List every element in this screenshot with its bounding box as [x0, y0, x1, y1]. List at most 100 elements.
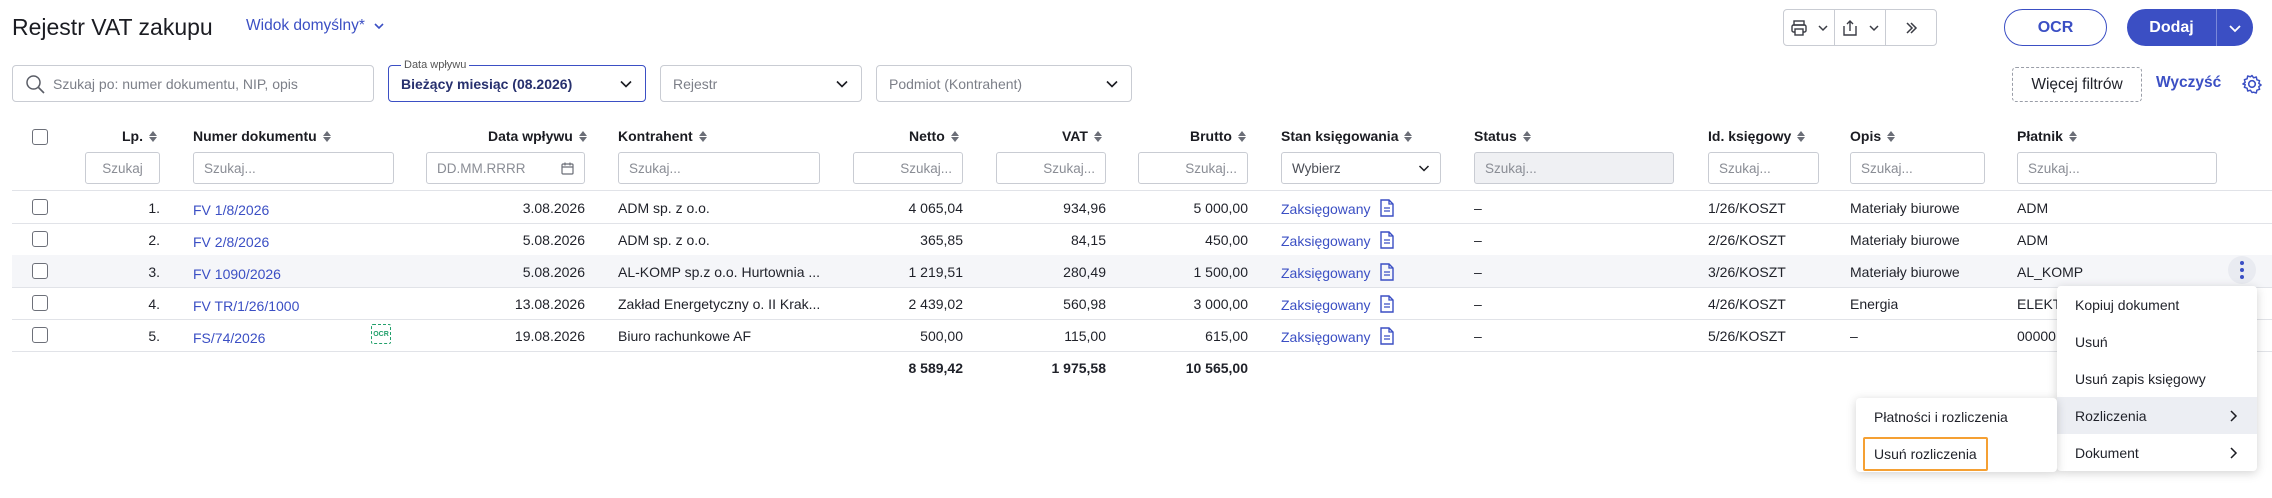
col-id[interactable]: Id. księgowy	[1708, 128, 1806, 144]
col-netto[interactable]: Netto	[909, 128, 959, 144]
filter-placeholder: Szukaj...	[1861, 160, 1913, 176]
col-numer[interactable]: Numer dokumentu	[193, 128, 331, 144]
calendar-icon	[561, 162, 574, 175]
filter-kontrahent[interactable]: Szukaj...	[618, 152, 820, 184]
printer-icon	[1791, 19, 1807, 36]
col-brutto[interactable]: Brutto	[1190, 128, 1246, 144]
chevron-down-icon	[374, 23, 384, 30]
filter-data[interactable]: DD.MM.RRRR	[426, 152, 585, 184]
col-kontrahent[interactable]: Kontrahent	[618, 128, 707, 144]
table-row[interactable]: 1. FV 1/8/2026 3.08.2026 ADM sp. z o.o. 4 06…	[0, 191, 2272, 223]
document-icon[interactable]	[1379, 327, 1395, 345]
table-row[interactable]: 3. FV 1090/2026 5.08.2026 AL-KOMP sp.z o.o.…	[0, 255, 2272, 287]
search-input[interactable]: Szukaj po: numer dokumentu, NIP, opis	[12, 65, 374, 102]
stan-link[interactable]: Zaksięgowany	[1281, 233, 1371, 249]
filter-brutto[interactable]: Szukaj...	[1138, 152, 1248, 184]
add-dropdown-button[interactable]	[2217, 9, 2253, 46]
cell-opis: –	[1850, 328, 1858, 344]
cell-stan: Zaksięgowany	[1281, 327, 1395, 345]
stan-link[interactable]: Zaksięgowany	[1281, 265, 1371, 281]
document-icon[interactable]	[1379, 231, 1395, 249]
cell-numer[interactable]: FV TR/1/26/1000	[193, 298, 299, 314]
filter-netto[interactable]: Szukaj...	[853, 152, 963, 184]
table-row[interactable]: 5. FS/74/2026 OCR 19.08.2026 Biuro rachunkow…	[0, 319, 2272, 351]
menu-delete[interactable]: Usuń	[2057, 323, 2257, 360]
col-platnik[interactable]: Płatnik	[2017, 128, 2077, 144]
document-icon[interactable]	[1379, 199, 1395, 217]
more-actions-button[interactable]	[1886, 10, 1936, 45]
col-data[interactable]: Data wpływu	[488, 128, 587, 144]
filter-stan[interactable]: Wybierz	[1281, 152, 1441, 184]
menu-item-label: Usuń zapis księgowy	[2075, 370, 2206, 387]
col-lp[interactable]: Lp.	[122, 128, 157, 144]
row-checkbox[interactable]	[32, 263, 48, 279]
clear-filters-link[interactable]: Wyczyść	[2156, 74, 2221, 92]
submenu-payments[interactable]: Płatności i rozliczenia	[1856, 398, 2057, 435]
date-filter[interactable]: Data wpływu Bieżący miesiąc (08.2026)	[388, 59, 646, 102]
print-button[interactable]	[1784, 10, 1835, 45]
subject-select[interactable]: Podmiot (Kontrahent)	[876, 65, 1132, 102]
menu-settlements[interactable]: Rozliczenia	[2057, 397, 2257, 434]
ocr-button[interactable]: OCR	[2004, 9, 2107, 46]
sort-icon	[2068, 130, 2077, 142]
document-icon[interactable]	[1379, 263, 1395, 281]
stan-link[interactable]: Zaksięgowany	[1281, 201, 1371, 217]
cell-id: 1/26/KOSZT	[1708, 200, 1786, 216]
row-checkbox[interactable]	[32, 327, 48, 343]
col-label: Data wpływu	[488, 128, 573, 144]
menu-item-label: Usuń	[2075, 333, 2108, 350]
row-checkbox[interactable]	[32, 295, 48, 311]
more-filters-button[interactable]: Więcej filtrów	[2012, 67, 2142, 102]
row-checkbox[interactable]	[32, 199, 48, 215]
stan-link[interactable]: Zaksięgowany	[1281, 329, 1371, 345]
menu-item-label: Usuń rozliczenia	[1863, 436, 1988, 471]
document-icon[interactable]	[1379, 295, 1395, 313]
row-divider	[12, 351, 2272, 352]
cell-numer[interactable]: FS/74/2026	[193, 330, 265, 346]
add-button[interactable]: Dodaj	[2127, 9, 2217, 46]
filter-lp[interactable]: Szukaj	[85, 152, 160, 184]
col-label: Brutto	[1190, 128, 1232, 144]
filter-placeholder: Szukaj...	[1719, 160, 1771, 176]
chevron-down-icon	[1106, 80, 1118, 88]
table-row[interactable]: 2. FV 2/8/2026 5.08.2026 ADM sp. z o.o. 365,…	[0, 223, 2272, 255]
select-all-checkbox[interactable]	[32, 129, 48, 145]
table-row[interactable]: 4. FV TR/1/26/1000 13.08.2026 Zakład Energe…	[0, 287, 2272, 319]
menu-copy-document[interactable]: Kopiuj dokument	[2057, 286, 2257, 323]
view-selector[interactable]: Widok domyślny*	[246, 17, 385, 35]
register-select[interactable]: Rejestr	[660, 65, 862, 102]
menu-document[interactable]: Dokument	[2057, 434, 2257, 471]
col-label: Opis	[1850, 128, 1882, 144]
col-label: VAT	[1062, 128, 1088, 144]
export-button[interactable]	[1835, 10, 1886, 45]
col-vat[interactable]: VAT	[1062, 128, 1102, 144]
col-label: Numer dokumentu	[193, 128, 317, 144]
cell-status: –	[1474, 328, 1482, 344]
row-checkbox[interactable]	[32, 231, 48, 247]
row-actions-icon[interactable]	[2228, 256, 2256, 284]
sort-icon	[1522, 130, 1531, 142]
cell-numer[interactable]: FV 2/8/2026	[193, 234, 269, 250]
filter-vat[interactable]: Szukaj...	[996, 152, 1106, 184]
gear-icon[interactable]	[2241, 73, 2263, 95]
cell-numer[interactable]: FV 1090/2026	[193, 266, 281, 282]
cell-data: 5.08.2026	[522, 264, 585, 280]
filter-opis[interactable]: Szukaj...	[1850, 152, 1985, 184]
filter-platnik[interactable]: Szukaj...	[2017, 152, 2217, 184]
cell-numer[interactable]: FV 1/8/2026	[193, 202, 269, 218]
cell-brutto: 5 000,00	[1193, 200, 1249, 216]
submenu-delete-settlements[interactable]: Usuń rozliczenia	[1856, 435, 2057, 472]
cell-lp: 3.	[148, 264, 160, 280]
stan-link[interactable]: Zaksięgowany	[1281, 297, 1371, 313]
col-label: Netto	[909, 128, 945, 144]
col-stan[interactable]: Stan księgowania	[1281, 128, 1413, 144]
filter-numer[interactable]: Szukaj...	[193, 152, 394, 184]
total-brutto: 10 565,00	[1185, 360, 1248, 376]
filter-id[interactable]: Szukaj...	[1708, 152, 1819, 184]
filter-status[interactable]: Szukaj...	[1474, 152, 1674, 184]
filter-placeholder: Szukaj...	[900, 160, 952, 176]
cell-vat: 115,00	[1064, 328, 1106, 344]
menu-delete-entry[interactable]: Usuń zapis księgowy	[2057, 360, 2257, 397]
col-opis[interactable]: Opis	[1850, 128, 1896, 144]
col-status[interactable]: Status	[1474, 128, 1531, 144]
